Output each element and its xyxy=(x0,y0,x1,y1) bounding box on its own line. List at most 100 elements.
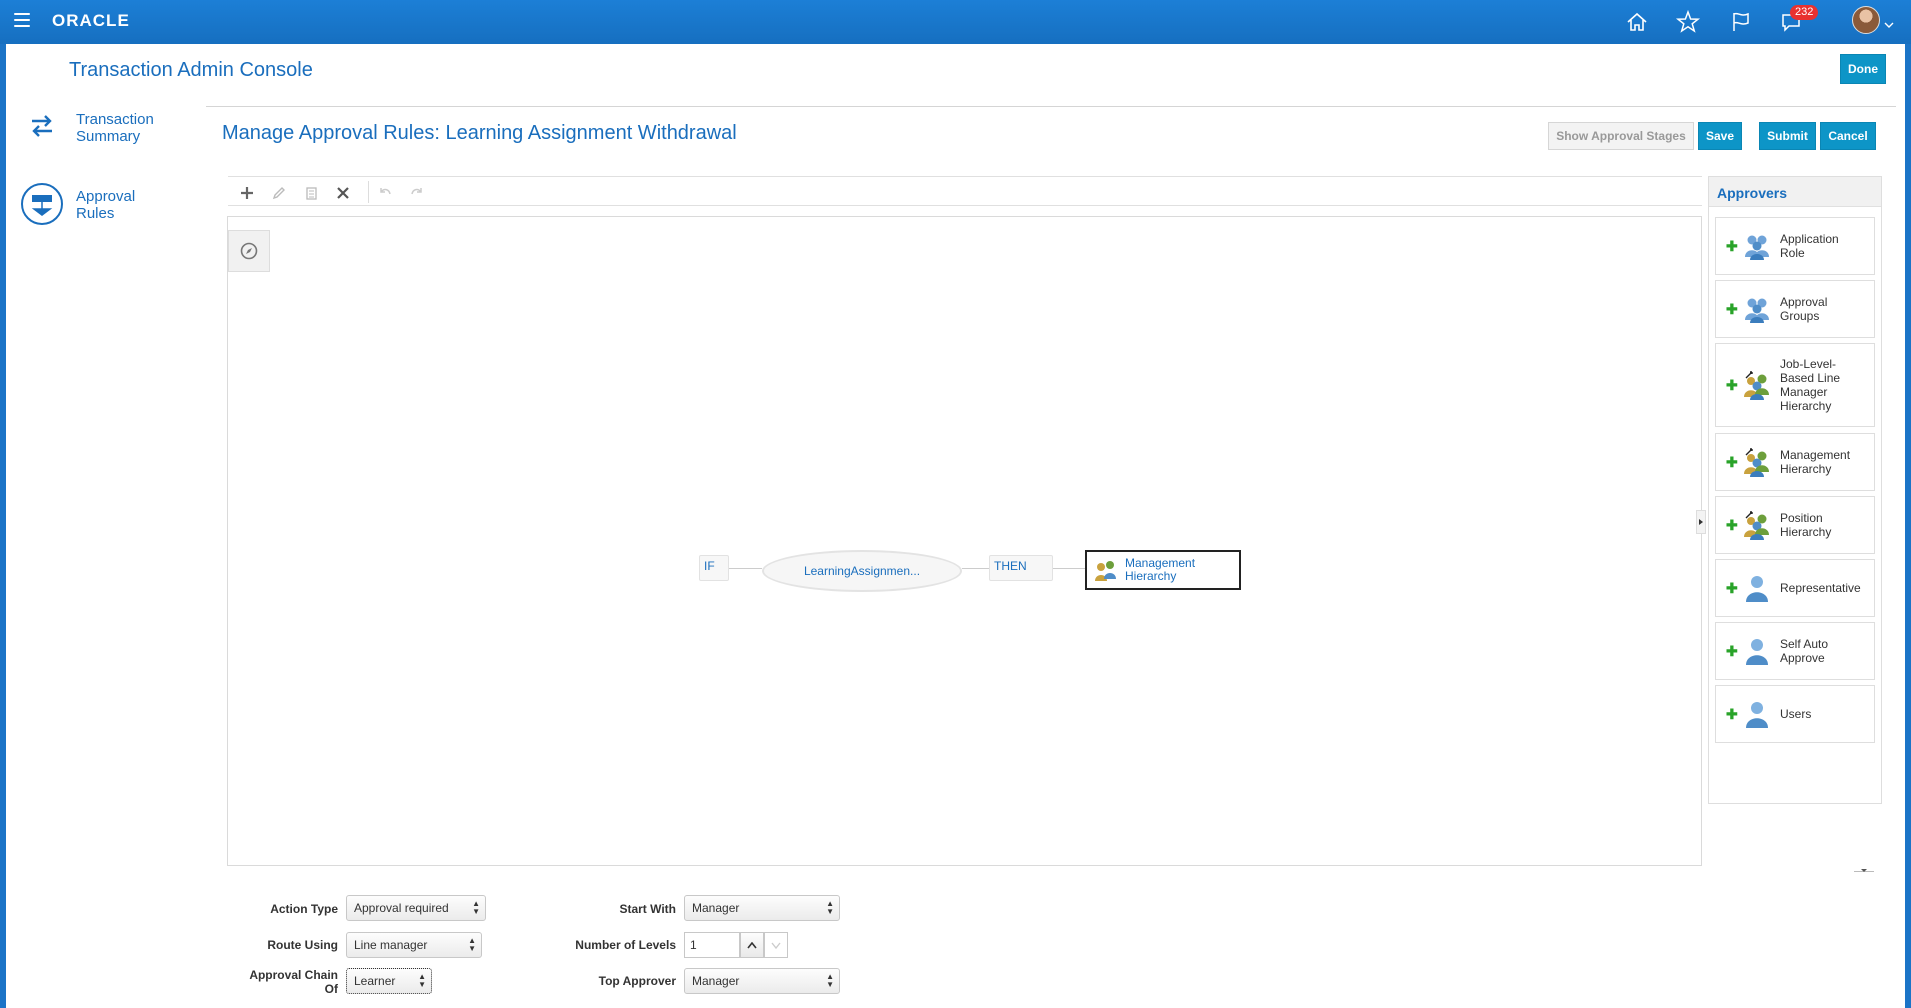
flag-icon[interactable] xyxy=(1728,9,1754,35)
approver-item[interactable]: ✚ Approval Groups xyxy=(1715,280,1875,338)
divider xyxy=(206,106,1896,107)
copy-icon[interactable] xyxy=(302,184,320,202)
scroll-down-icon[interactable] xyxy=(1854,862,1874,872)
rule-toolbar xyxy=(228,176,1702,206)
select-value: Line manager xyxy=(354,938,428,952)
approver-label: Position Hierarchy xyxy=(1780,511,1874,539)
number-of-levels-input[interactable]: 1 xyxy=(684,932,740,958)
approval-chain-select[interactable]: Learner ▲ ▼ xyxy=(346,968,432,994)
console-title: Transaction Admin Console xyxy=(69,59,313,81)
route-using-label: Route Using xyxy=(267,938,338,952)
approver-label-line: Approve xyxy=(1780,651,1825,665)
approver-label-line: Job-Level- xyxy=(1780,357,1837,371)
approver-label-line: Application xyxy=(1780,232,1839,246)
top-approver-select[interactable]: Manager ▲ ▼ xyxy=(684,968,840,994)
save-button[interactable]: Save xyxy=(1698,122,1742,150)
action-node-management-hierarchy[interactable]: Management Hierarchy xyxy=(1085,550,1241,590)
panel-collapse-handle[interactable] xyxy=(1696,510,1706,534)
approver-label-line: Self Auto xyxy=(1780,637,1829,651)
add-plus-icon[interactable]: ✚ xyxy=(1726,301,1738,318)
add-plus-icon[interactable]: ✚ xyxy=(1726,377,1738,394)
add-plus-icon[interactable]: ✚ xyxy=(1726,238,1738,255)
select-arrows-icon: ▲ ▼ xyxy=(418,972,426,989)
decrement-button[interactable] xyxy=(764,932,788,958)
approver-label: Representative xyxy=(1780,581,1874,595)
approval-rules-icon xyxy=(20,182,64,226)
cancel-button[interactable]: Cancel xyxy=(1820,122,1876,150)
start-with-label: Start With xyxy=(619,902,676,916)
delete-icon[interactable] xyxy=(334,184,352,202)
user-avatar[interactable] xyxy=(1852,6,1880,34)
select-value: Manager xyxy=(692,974,740,988)
show-approval-stages-button[interactable]: Show Approval Stages xyxy=(1548,122,1694,150)
select-arrows-icon: ▲ ▼ xyxy=(468,936,476,953)
label-line: Of xyxy=(324,982,338,996)
approver-item[interactable]: ✚ Management Hierarchy xyxy=(1715,433,1875,491)
user-icon xyxy=(1742,636,1772,666)
approver-label: Approval Groups xyxy=(1780,295,1874,323)
add-plus-icon[interactable]: ✚ xyxy=(1726,580,1738,597)
start-with-select[interactable]: Manager ▲ ▼ xyxy=(684,895,840,921)
add-plus-icon[interactable]: ✚ xyxy=(1726,643,1738,660)
oracle-logo: ORACLE xyxy=(52,11,130,30)
user-icon xyxy=(1742,573,1772,603)
action-type-select[interactable]: Approval required ▲ ▼ xyxy=(346,895,486,921)
nav-label: Rules xyxy=(76,205,115,222)
increment-button[interactable] xyxy=(740,932,764,958)
approver-label-line: Role xyxy=(1780,246,1805,260)
approver-label: Application Role xyxy=(1780,232,1874,260)
toolbar-separator xyxy=(368,181,369,203)
if-node[interactable]: IF xyxy=(699,555,729,581)
main-sheet: Transaction Admin Console Done Transacti… xyxy=(6,44,1905,1008)
select-arrows-icon: ▲ ▼ xyxy=(826,899,834,916)
compass-icon[interactable] xyxy=(228,230,270,272)
submit-button[interactable]: Submit xyxy=(1759,122,1816,150)
condition-node[interactable]: LearningAssignmen... xyxy=(762,550,962,592)
favorites-star-icon[interactable] xyxy=(1675,9,1701,35)
rule-canvas[interactable]: IF LearningAssignmen... THEN Management … xyxy=(227,216,1702,866)
undo-icon[interactable] xyxy=(376,184,394,202)
approver-label-line: Position xyxy=(1780,511,1823,525)
hierarchy-icon xyxy=(1095,561,1116,581)
nav-item-transaction-summary[interactable]: Transaction Summary xyxy=(20,104,154,148)
then-node[interactable]: THEN xyxy=(989,555,1053,581)
connector xyxy=(962,568,989,569)
group-icon xyxy=(1742,294,1772,324)
home-icon[interactable] xyxy=(1624,9,1650,35)
redo-icon[interactable] xyxy=(408,184,426,202)
approver-item[interactable]: ✚ Job-Level- Based Line Manager Hierarchy xyxy=(1715,343,1875,427)
approver-label-line: Hierarchy xyxy=(1780,462,1832,476)
add-plus-icon[interactable]: ✚ xyxy=(1726,517,1738,534)
approver-item[interactable]: ✚ Representative xyxy=(1715,559,1875,617)
select-arrows-icon: ▲ ▼ xyxy=(472,899,480,916)
approver-item[interactable]: ✚ Self Auto Approve xyxy=(1715,622,1875,680)
approver-label-line: Representative xyxy=(1780,581,1861,595)
route-using-select[interactable]: Line manager ▲ ▼ xyxy=(346,932,482,958)
approver-label-line: Hierarchy xyxy=(1780,525,1832,539)
chevron-down-icon[interactable] xyxy=(1884,16,1894,34)
nav-label: Approval xyxy=(76,188,136,205)
nav-label: Summary xyxy=(76,128,141,145)
section-heading-clipped xyxy=(244,864,434,870)
menu-icon[interactable] xyxy=(14,13,30,27)
approver-item[interactable]: ✚ Application Role xyxy=(1715,217,1875,275)
action-label: Hierarchy xyxy=(1125,569,1177,583)
done-button[interactable]: Done xyxy=(1840,54,1886,84)
approver-label-line: Manager xyxy=(1780,385,1828,399)
add-plus-icon[interactable]: ✚ xyxy=(1726,454,1738,471)
approver-item[interactable]: ✚ Users xyxy=(1715,685,1875,743)
approval-chain-label: Approval Chain Of xyxy=(206,968,338,996)
add-icon[interactable] xyxy=(238,184,256,202)
nav-label: Transaction xyxy=(76,111,154,128)
user-icon xyxy=(1742,699,1772,729)
action-type-label: Action Type xyxy=(270,902,338,916)
edit-pencil-icon[interactable] xyxy=(270,184,288,202)
approver-item[interactable]: ✚ Position Hierarchy xyxy=(1715,496,1875,554)
add-plus-icon[interactable]: ✚ xyxy=(1726,706,1738,723)
page-title: Manage Approval Rules: Learning Assignme… xyxy=(222,122,737,144)
approver-label-line: Based Line xyxy=(1780,371,1841,385)
label-line: Approval Chain xyxy=(249,968,338,982)
nav-item-approval-rules[interactable]: Approval Rules xyxy=(20,182,135,226)
swap-arrows-icon xyxy=(20,104,64,148)
approver-label-line: Groups xyxy=(1780,309,1820,323)
